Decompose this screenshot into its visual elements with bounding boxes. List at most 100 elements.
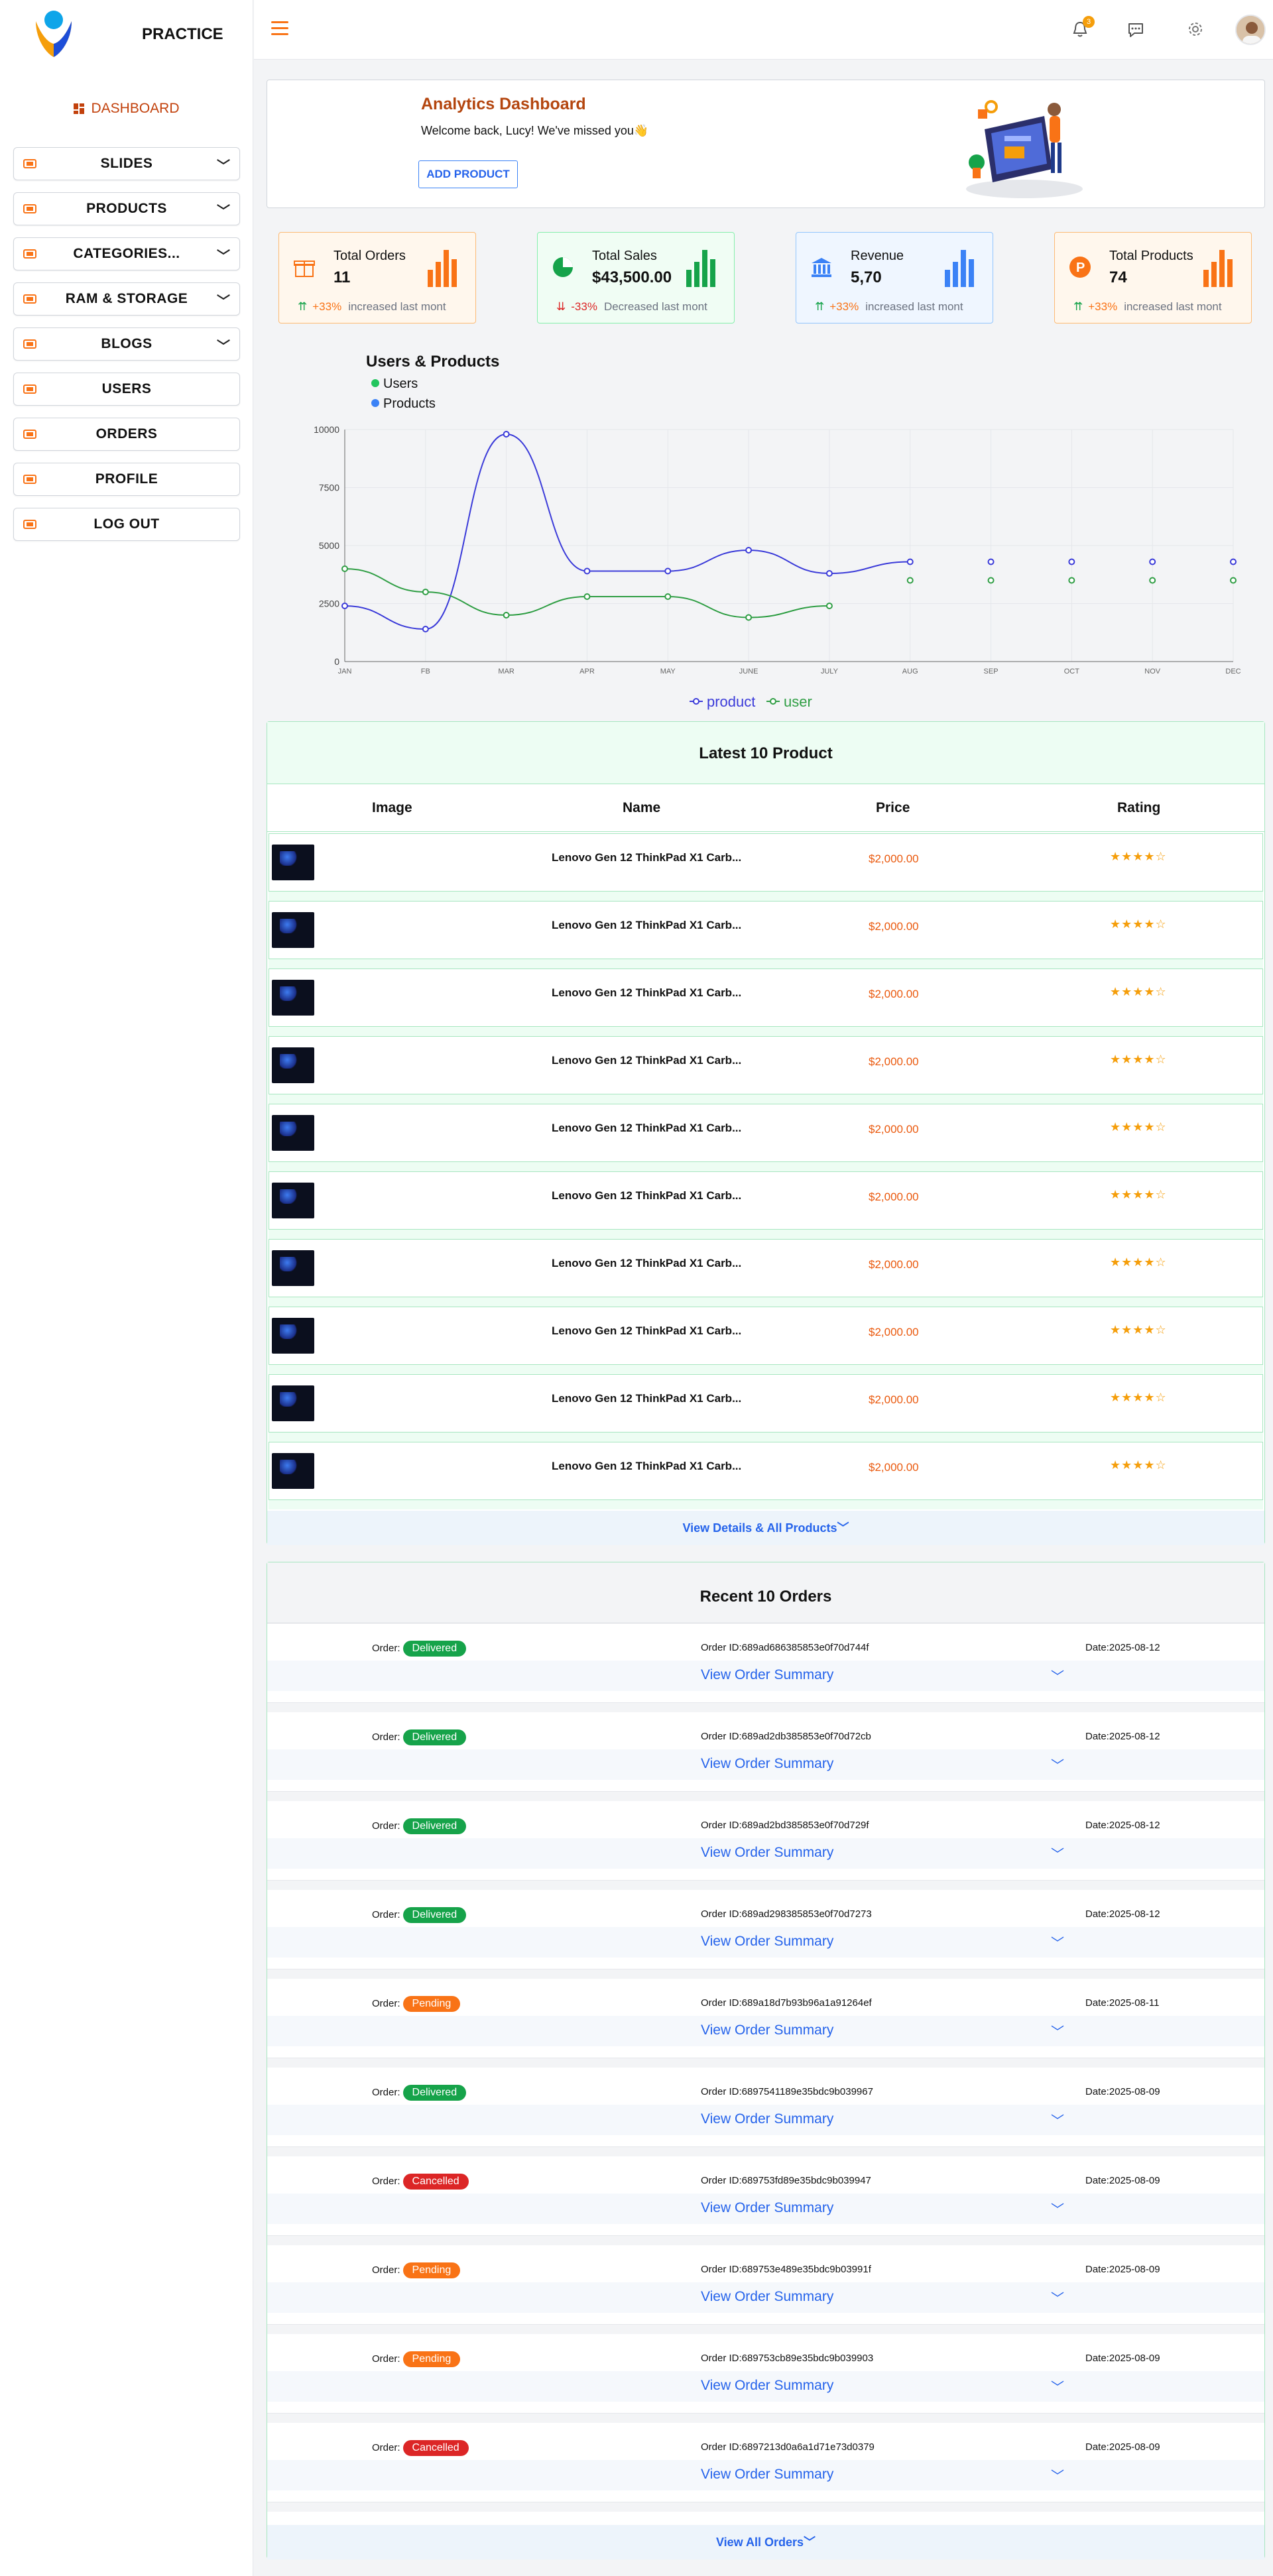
product-price: $2,000.00: [869, 1123, 919, 1136]
product-price: $2,000.00: [869, 1258, 919, 1271]
product-image: [272, 980, 314, 1016]
nav-item-0[interactable]: SLIDES ﹀: [13, 147, 240, 180]
nav-item-7[interactable]: PROFILE: [13, 463, 240, 496]
product-row[interactable]: Lenovo Gen 12 ThinkPad X1 Carb... $2,000.…: [269, 1036, 1263, 1094]
product-row[interactable]: Lenovo Gen 12 ThinkPad X1 Carb... $2,000.…: [269, 833, 1263, 892]
order-summary-toggle[interactable]: View Order Summary ﹀: [267, 1661, 1264, 1691]
col-rating: Rating: [1117, 800, 1161, 815]
order-row: Order: Cancelled Order ID:689753fd89e35bdc…: [267, 2156, 1264, 2236]
stat-value: 74: [1109, 268, 1127, 286]
product-row[interactable]: Lenovo Gen 12 ThinkPad X1 Carb... $2,000.…: [269, 1104, 1263, 1162]
app-logo[interactable]: [32, 8, 76, 57]
nav-item-4[interactable]: BLOGS ﹀: [13, 327, 240, 361]
product-name: Lenovo Gen 12 ThinkPad X1 Carb...: [552, 1054, 742, 1067]
view-order-summary-link[interactable]: View Order Summary: [701, 2378, 833, 2394]
sidebar: PRACTICE DASHBOARD SLIDES ﹀ PRODUCTS ﹀ CATEG…: [0, 0, 253, 2576]
view-order-summary-link[interactable]: View Order Summary: [701, 1667, 833, 1683]
legend-dot: [371, 379, 379, 387]
order-summary-toggle[interactable]: View Order Summary ﹀: [267, 2371, 1264, 2402]
product-name: Lenovo Gen 12 ThinkPad X1 Carb...: [552, 919, 742, 931]
legend-marker: [770, 698, 776, 705]
view-order-summary-link[interactable]: View Order Summary: [701, 2200, 833, 2216]
chevron-down-icon: ﹀: [1051, 2203, 1064, 2217]
nav-item-1[interactable]: PRODUCTS ﹀: [13, 192, 240, 225]
data-point-user: [825, 603, 833, 609]
row-separator: [269, 1433, 1263, 1442]
nav-item-2[interactable]: CATEGORIES... ﹀: [13, 237, 240, 270]
nav-dashboard[interactable]: DASHBOARD: [0, 101, 253, 117]
stat-note: increased last mont: [1124, 300, 1222, 313]
chevron-down-icon: ﹀: [1051, 2025, 1064, 2040]
data-point-product: [664, 567, 672, 575]
stat-percent: +33%: [829, 300, 859, 313]
data-point-user: [1230, 577, 1237, 584]
product-image: [272, 1250, 314, 1286]
status-badge: Cancelled: [402, 2174, 469, 2190]
order-id: Order ID:689ad2bd385853e0f70d729f: [701, 1820, 869, 1831]
product-row[interactable]: Lenovo Gen 12 ThinkPad X1 Carb... $2,000.…: [269, 1374, 1263, 1433]
product-row[interactable]: Lenovo Gen 12 ThinkPad X1 Carb... $2,000.…: [269, 901, 1263, 959]
view-all-products-link[interactable]: View Details & All Products﹀: [267, 1511, 1264, 1545]
view-order-summary-link[interactable]: View Order Summary: [701, 2111, 833, 2127]
add-product-button[interactable]: ADD PRODUCT: [418, 160, 518, 188]
user-avatar[interactable]: [1235, 15, 1266, 45]
order-status-label: Order: Delivered: [372, 1641, 467, 1657]
row-separator: [267, 1969, 1264, 1979]
chevron-down-icon: ﹀: [217, 294, 230, 309]
nav-item-5[interactable]: USERS: [13, 373, 240, 406]
view-order-summary-link[interactable]: View Order Summary: [701, 2467, 833, 2483]
order-summary-toggle[interactable]: View Order Summary ﹀: [267, 2105, 1264, 2135]
order-summary-toggle[interactable]: View Order Summary ﹀: [267, 2282, 1264, 2313]
stat-value: 11: [333, 268, 351, 286]
product-row[interactable]: Lenovo Gen 12 ThinkPad X1 Carb... $2,000.…: [269, 1239, 1263, 1297]
view-order-summary-link[interactable]: View Order Summary: [701, 2022, 833, 2038]
order-summary-toggle[interactable]: View Order Summary ﹀: [267, 1927, 1264, 1958]
nav-item-label: PROFILE: [95, 471, 158, 487]
order-summary-toggle[interactable]: View Order Summary ﹀: [267, 1749, 1264, 1780]
nav-item-6[interactable]: ORDERS: [13, 418, 240, 451]
legend-label: Products: [383, 396, 436, 411]
order-id: Order ID:6897213d0a6a1d71e73d0379: [701, 2441, 875, 2453]
view-all-orders-link[interactable]: View All Orders﹀: [267, 2525, 1264, 2559]
nav-item-label: RAM & STORAGE: [65, 291, 188, 306]
row-separator: [267, 2414, 1264, 2423]
hamburger-menu-icon[interactable]: [271, 21, 288, 35]
order-summary-toggle[interactable]: View Order Summary ﹀: [267, 1838, 1264, 1869]
nav-item-3[interactable]: RAM & STORAGE ﹀: [13, 282, 240, 316]
view-order-summary-link[interactable]: View Order Summary: [701, 1845, 833, 1861]
notification-bell-icon[interactable]: 3: [1068, 16, 1095, 41]
view-order-summary-link[interactable]: View Order Summary: [701, 1934, 833, 1950]
product-price: $2,000.00: [869, 1191, 919, 1203]
order-row: Order: Delivered Order ID:6897541189e35bdc…: [267, 2068, 1264, 2147]
page-title: Analytics Dashboard: [421, 95, 586, 113]
view-order-summary-link[interactable]: View Order Summary: [701, 2289, 833, 2305]
settings-gear-icon[interactable]: [1183, 17, 1207, 41]
order-summary-toggle[interactable]: View Order Summary ﹀: [267, 2460, 1264, 2490]
order-summary-toggle[interactable]: View Order Summary ﹀: [267, 2016, 1264, 2046]
product-row[interactable]: Lenovo Gen 12 ThinkPad X1 Carb... $2,000.…: [269, 1171, 1263, 1230]
product-row[interactable]: Lenovo Gen 12 ThinkPad X1 Carb... $2,000.…: [269, 968, 1263, 1027]
product-price: $2,000.00: [869, 1461, 919, 1474]
product-row[interactable]: Lenovo Gen 12 ThinkPad X1 Carb... $2,000.…: [269, 1307, 1263, 1365]
x-tick-label: MAR: [498, 668, 515, 675]
order-date: Date:2025-08-09: [1085, 2353, 1160, 2364]
data-point-user: [422, 589, 429, 595]
view-order-summary-link[interactable]: View Order Summary: [701, 1756, 833, 1772]
product-row[interactable]: Lenovo Gen 12 ThinkPad X1 Carb... $2,000.…: [269, 1442, 1263, 1500]
data-point-user: [664, 593, 672, 600]
product-name: Lenovo Gen 12 ThinkPad X1 Carb...: [552, 1392, 742, 1405]
row-separator: [267, 2325, 1264, 2334]
stat-percent: +33%: [1088, 300, 1118, 313]
x-tick-label: JULY: [821, 668, 839, 675]
stat-title: Revenue: [851, 249, 904, 263]
chat-icon[interactable]: [1124, 17, 1148, 41]
nav-item-8[interactable]: LOG OUT: [13, 508, 240, 541]
product-rating-stars: ★★★★☆: [1110, 850, 1167, 863]
products-header: Latest 10 Product: [267, 722, 1264, 784]
order-summary-toggle[interactable]: View Order Summary ﹀: [267, 2194, 1264, 2224]
welcome-message: Welcome back, Lucy! We've missed you👋: [421, 124, 649, 137]
status-badge: Pending: [402, 2351, 461, 2367]
stat-title: Total Orders: [333, 249, 406, 263]
product-name: Lenovo Gen 12 ThinkPad X1 Carb...: [552, 851, 742, 864]
bar-chart-icon: [428, 250, 457, 287]
